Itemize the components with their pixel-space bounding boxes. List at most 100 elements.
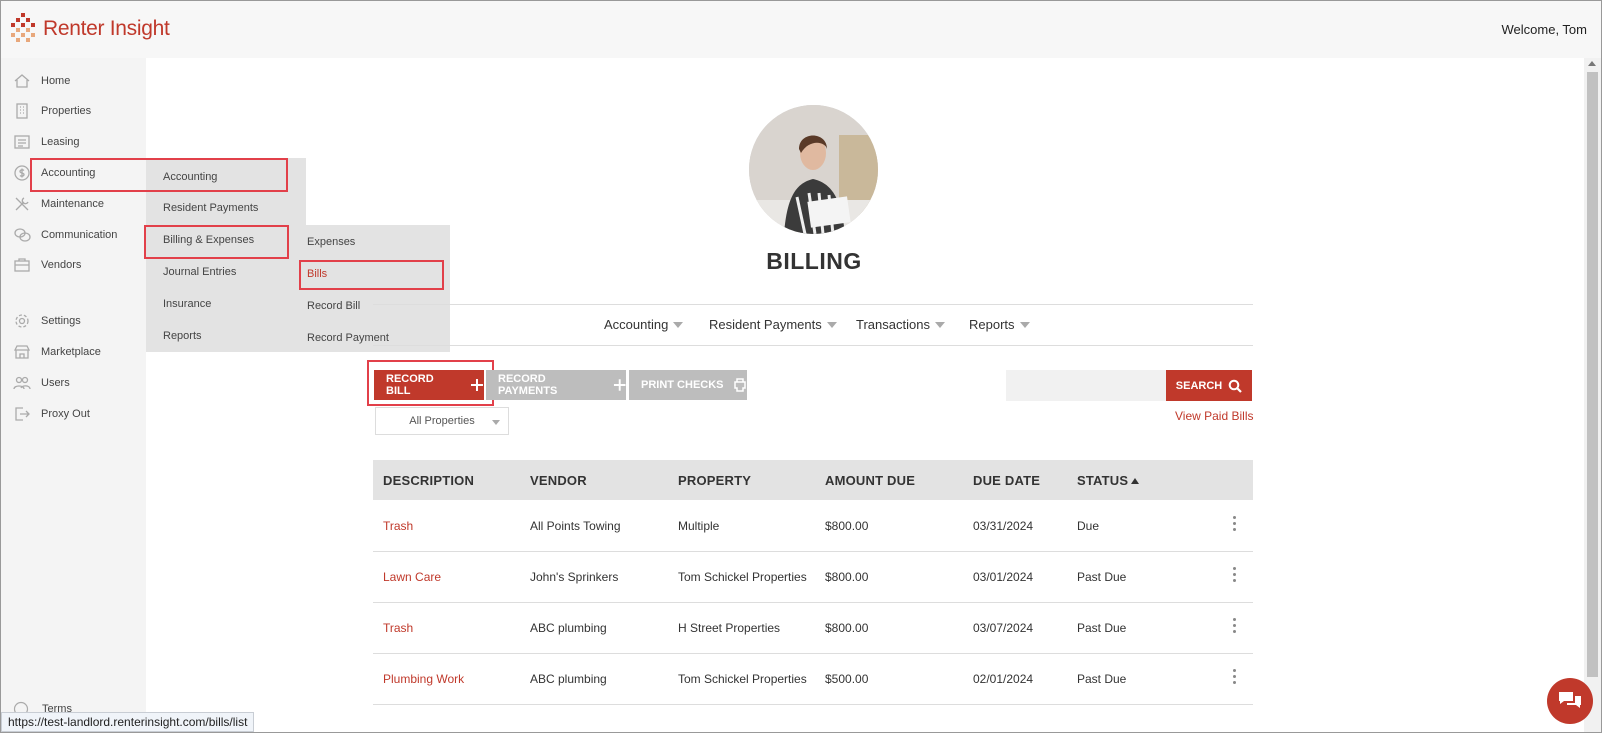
property-cell: H Street Properties bbox=[678, 621, 781, 635]
property-cell: Tom Schickel Properties bbox=[678, 570, 807, 584]
property-filter-value: All Properties bbox=[409, 415, 475, 427]
live-chat-button[interactable] bbox=[1547, 678, 1593, 724]
column-header-property[interactable]: PROPERTY bbox=[678, 473, 751, 488]
record-payments-button[interactable]: RECORD PAYMENTS bbox=[486, 370, 626, 400]
bill-description-link[interactable]: Trash bbox=[383, 621, 413, 635]
sidebar-item-label: Users bbox=[41, 377, 70, 389]
highlight-billing-expenses bbox=[144, 225, 289, 259]
bill-description-link[interactable]: Plumbing Work bbox=[383, 672, 464, 686]
sidebar-item-marketplace[interactable]: Marketplace bbox=[1, 337, 146, 367]
vertical-scrollbar[interactable] bbox=[1584, 58, 1601, 732]
column-header-status[interactable]: STATUS bbox=[1077, 473, 1140, 488]
sidebar-item-label: Communication bbox=[41, 229, 118, 241]
caret-down-icon bbox=[934, 321, 945, 328]
scroll-up-arrow-icon[interactable] bbox=[1588, 61, 1596, 66]
menu-item-expenses[interactable]: Expenses bbox=[307, 236, 355, 248]
sidebar-item-label: Properties bbox=[41, 105, 92, 117]
status-cell: Due bbox=[1077, 519, 1100, 533]
chat-bubbles-icon bbox=[13, 226, 31, 244]
due-date-cell: 03/07/2024 bbox=[973, 621, 1034, 635]
amount-due-cell: $800.00 bbox=[825, 621, 869, 635]
property-filter-select[interactable]: All Properties bbox=[375, 407, 509, 435]
logo-icon bbox=[11, 13, 35, 42]
column-header-amount-due[interactable]: AMOUNT DUE bbox=[825, 473, 915, 488]
table-row: Trash ABC plumbing H Street Properties $… bbox=[373, 602, 1253, 654]
app-window: Renter Insight Welcome, Tom Home Propert… bbox=[0, 0, 1602, 733]
sidebar-item-settings[interactable]: Settings bbox=[1, 306, 146, 336]
building-icon bbox=[13, 102, 31, 120]
table-row: Trash All Points Towing Multiple $800.00… bbox=[373, 500, 1253, 552]
search-input[interactable] bbox=[1006, 370, 1166, 401]
property-cell: Multiple bbox=[678, 519, 720, 533]
vendor-cell: ABC plumbing bbox=[530, 621, 607, 635]
users-icon bbox=[13, 374, 31, 392]
amount-due-cell: $500.00 bbox=[825, 672, 869, 686]
column-header-description[interactable]: DESCRIPTION bbox=[383, 473, 474, 488]
avatar bbox=[749, 105, 878, 234]
bill-description-link[interactable]: Trash bbox=[383, 519, 413, 533]
dollar-icon bbox=[13, 164, 31, 182]
sidebar-item-users[interactable]: Users bbox=[1, 368, 146, 398]
sign-out-icon bbox=[13, 405, 31, 423]
sidebar-item-label: Settings bbox=[41, 315, 81, 327]
due-date-cell: 02/01/2024 bbox=[973, 672, 1034, 686]
sidebar-item-home[interactable]: Home bbox=[1, 66, 146, 96]
tab-label: Transactions bbox=[856, 317, 930, 332]
tab-resident-payments[interactable]: Resident Payments bbox=[709, 317, 837, 332]
search-label: SEARCH bbox=[1175, 379, 1223, 392]
menu-item-insurance[interactable]: Insurance bbox=[163, 298, 211, 310]
row-menu-icon[interactable] bbox=[1233, 618, 1237, 635]
search-button[interactable]: SEARCH bbox=[1166, 370, 1252, 401]
home-icon bbox=[13, 72, 31, 90]
row-menu-icon[interactable] bbox=[1233, 567, 1237, 584]
view-paid-bills-link[interactable]: View Paid Bills bbox=[1175, 409, 1253, 423]
table-row: Plumbing Work ABC plumbing Tom Schickel … bbox=[373, 653, 1253, 705]
store-icon bbox=[13, 343, 31, 361]
scrollbar-thumb[interactable] bbox=[1587, 72, 1598, 677]
chat-icon bbox=[1559, 692, 1581, 708]
bill-description-link[interactable]: Lawn Care bbox=[383, 570, 441, 584]
print-checks-button[interactable]: PRINT CHECKS bbox=[629, 370, 747, 400]
list-icon bbox=[13, 133, 31, 151]
highlight-bills bbox=[299, 260, 444, 290]
vendor-cell: John's Sprinkers bbox=[530, 570, 619, 584]
search-icon bbox=[1228, 379, 1242, 393]
sidebar-item-maintenance[interactable]: Maintenance bbox=[1, 189, 146, 219]
menu-item-resident-payments[interactable]: Resident Payments bbox=[163, 202, 258, 214]
sidebar-item-leasing[interactable]: Leasing bbox=[1, 127, 146, 157]
row-menu-icon[interactable] bbox=[1233, 669, 1237, 686]
record-bill-button[interactable]: RECORD BILL bbox=[374, 370, 484, 400]
caret-down-icon bbox=[826, 321, 837, 328]
table-header: DESCRIPTION VENDOR PROPERTY AMOUNT DUE D… bbox=[373, 460, 1253, 500]
amount-due-cell: $800.00 bbox=[825, 570, 869, 584]
sidebar-item-label: Vendors bbox=[41, 259, 82, 271]
column-header-status-label: STATUS bbox=[1077, 473, 1129, 488]
caret-down-icon bbox=[1019, 321, 1030, 328]
highlight-accounting bbox=[30, 158, 288, 192]
sidebar-item-properties[interactable]: Properties bbox=[1, 96, 146, 126]
status-cell: Past Due bbox=[1077, 570, 1127, 584]
sidebar-item-proxy-out[interactable]: Proxy Out bbox=[1, 399, 146, 429]
due-date-cell: 03/31/2024 bbox=[973, 519, 1034, 533]
column-header-due-date[interactable]: DUE DATE bbox=[973, 473, 1040, 488]
sidebar-item-vendors[interactable]: Vendors bbox=[1, 250, 146, 280]
menu-item-journal-entries[interactable]: Journal Entries bbox=[163, 266, 236, 278]
sidebar-item-label: Leasing bbox=[41, 136, 80, 148]
sidebar-item-label: Marketplace bbox=[41, 346, 101, 358]
due-date-cell: 03/01/2024 bbox=[973, 570, 1034, 584]
row-menu-icon[interactable] bbox=[1233, 516, 1237, 533]
column-header-vendor[interactable]: VENDOR bbox=[530, 473, 587, 488]
status-cell: Past Due bbox=[1077, 621, 1127, 635]
tab-reports[interactable]: Reports bbox=[969, 317, 1030, 332]
logo[interactable]: Renter Insight bbox=[9, 11, 170, 47]
menu-item-record-bill[interactable]: Record Bill bbox=[307, 300, 360, 312]
sidebar-item-label: Proxy Out bbox=[41, 408, 90, 420]
gear-icon bbox=[13, 312, 31, 330]
tab-bar: Accounting Resident Payments Transaction… bbox=[373, 304, 1253, 346]
tab-transactions[interactable]: Transactions bbox=[856, 317, 945, 332]
tab-accounting[interactable]: Accounting bbox=[604, 317, 684, 332]
menu-item-reports[interactable]: Reports bbox=[163, 330, 202, 342]
sidebar-item-communication[interactable]: Communication bbox=[1, 220, 146, 250]
record-payments-label: RECORD PAYMENTS bbox=[498, 373, 558, 397]
status-bar-url: https://test-landlord.renterinsight.com/… bbox=[1, 712, 255, 732]
